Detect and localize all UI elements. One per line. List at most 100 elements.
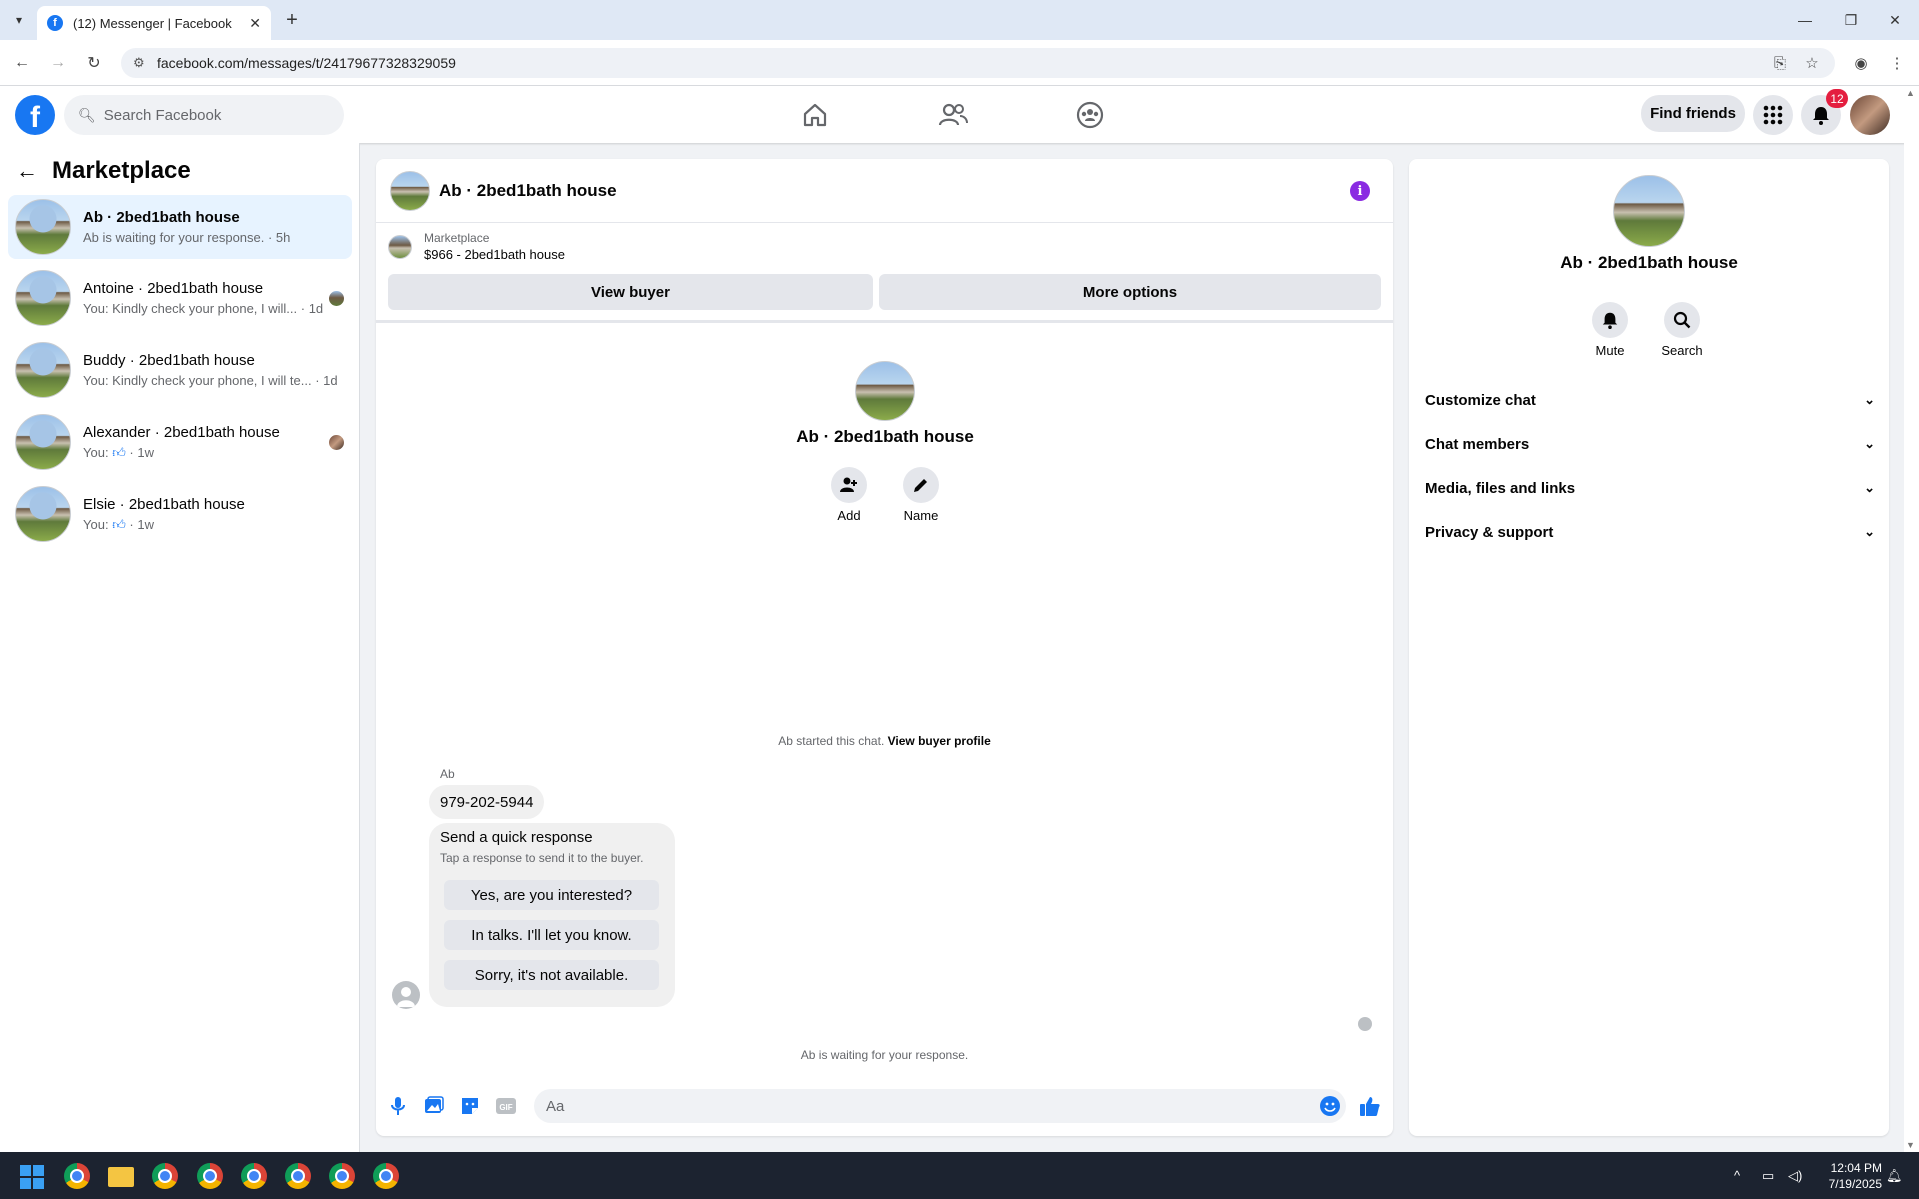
section-label: Media, files and links: [1425, 479, 1576, 497]
find-friends-button[interactable]: Find friends: [1641, 95, 1745, 132]
preview-suffix: · 1w: [129, 444, 154, 460]
search-placeholder: Search Facebook: [103, 106, 222, 124]
account-avatar[interactable]: [1850, 95, 1890, 135]
facebook-logo-icon[interactable]: f: [15, 95, 55, 135]
chat-info-avatar: [1613, 175, 1685, 247]
site-info-icon[interactable]: ⚙: [133, 55, 145, 71]
facebook-search-input[interactable]: 🔍︎ Search Facebook: [64, 95, 344, 135]
info-icon[interactable]: i: [1350, 181, 1370, 201]
chat-item-alexander[interactable]: Alexander · 2bed1bath house You: 👍︎ · 1w: [8, 410, 352, 474]
chat-name: Buddy · 2bed1bath house: [83, 352, 255, 369]
conversation-profile-name: Ab · 2bed1bath house: [796, 427, 974, 446]
back-button[interactable]: ←: [10, 51, 34, 75]
facebook-favicon-icon: f: [47, 15, 63, 31]
browser-tab[interactable]: f (12) Messenger | Facebook ✕: [37, 6, 271, 40]
search-label: Search: [1661, 343, 1703, 358]
chat-name: Alexander · 2bed1bath house: [83, 423, 280, 441]
chrome-taskbar-icon-active[interactable]: [373, 1163, 399, 1189]
conversation-header: Ab · 2bed1bath house: [376, 159, 1393, 223]
bookmark-star-icon[interactable]: ☆: [1800, 51, 1824, 75]
section-label: Customize chat: [1425, 391, 1536, 409]
profile-icon[interactable]: ◉: [1849, 51, 1873, 75]
message-input[interactable]: Aa: [534, 1089, 1346, 1123]
restore-window-button[interactable]: ❐: [1836, 8, 1866, 32]
mute-bell-icon[interactable]: [1592, 302, 1628, 338]
page-scrollbar[interactable]: [1904, 86, 1919, 1152]
listing-summary[interactable]: Marketplace $966 - 2bed1bath house: [388, 231, 565, 262]
quick-response-not-available-button[interactable]: Sorry, it's not available.: [444, 960, 659, 990]
search-conversation-icon[interactable]: [1664, 302, 1700, 338]
tab-search-icon[interactable]: ▾: [8, 9, 30, 31]
minimize-window-button[interactable]: —: [1790, 8, 1820, 32]
microphone-icon[interactable]: [386, 1094, 410, 1118]
install-app-icon[interactable]: ⎘: [1768, 51, 1792, 75]
reload-button[interactable]: ↻: [82, 51, 106, 75]
quick-response-in-talks-button[interactable]: In talks. I'll let you know.: [444, 920, 659, 950]
chat-item-buddy[interactable]: Buddy · 2bed1bath house You: Kindly chec…: [8, 338, 352, 402]
svg-text:GIF: GIF: [499, 1103, 512, 1112]
chrome-taskbar-icon[interactable]: [241, 1163, 267, 1189]
chrome-taskbar-icon[interactable]: [64, 1163, 90, 1189]
like-thumb-icon[interactable]: [1358, 1094, 1382, 1118]
like-thumb-icon: 👍︎: [112, 444, 126, 460]
waiting-notice: Ab is waiting for your response.: [800, 1048, 969, 1062]
conversation-title[interactable]: Ab · 2bed1bath house: [439, 181, 617, 201]
taskbar-clock[interactable]: 12:04 PM 7/19/2025: [1812, 1160, 1882, 1192]
chat-item-antoine[interactable]: Antoine · 2bed1bath house You: Kindly ch…: [8, 266, 352, 330]
chat-name: Elsie · 2bed1bath house: [83, 495, 245, 513]
chat-preview: You: 👍︎ · 1w: [83, 517, 352, 533]
chevron-down-icon: ⌄: [1864, 436, 1875, 451]
add-person-button[interactable]: [831, 467, 867, 503]
chat-name: Antoine · 2bed1bath house: [83, 280, 264, 297]
chrome-taskbar-icon[interactable]: [285, 1163, 311, 1189]
address-bar[interactable]: ⚙ facebook.com/messages/t/24179677328329…: [121, 48, 1835, 78]
groups-icon[interactable]: [1070, 97, 1110, 133]
photo-icon[interactable]: [422, 1094, 446, 1118]
customize-chat-section[interactable]: Customize chat ⌄: [1425, 382, 1875, 418]
chrome-taskbar-icon[interactable]: [152, 1163, 178, 1189]
network-icon[interactable]: ▭: [1762, 1168, 1774, 1184]
scroll-down-arrow-icon[interactable]: ▼: [1906, 1140, 1915, 1150]
message-bubble[interactable]: 979-202-5944: [429, 785, 545, 819]
back-arrow-icon[interactable]: ←: [16, 158, 38, 184]
more-options-button[interactable]: More options: [879, 274, 1381, 310]
friends-icon[interactable]: [933, 97, 973, 133]
close-tab-icon[interactable]: ✕: [249, 15, 261, 32]
show-hidden-icons-chevron-icon[interactable]: ^: [1734, 1168, 1740, 1183]
menu-grid-icon[interactable]: [1753, 95, 1793, 135]
chat-item-ab[interactable]: Ab · 2bed1bath house Ab is waiting for y…: [8, 195, 352, 259]
chat-members-section[interactable]: Chat members ⌄: [1425, 426, 1875, 462]
volume-icon[interactable]: ◁): [1788, 1168, 1802, 1184]
gif-icon[interactable]: GIF: [494, 1094, 518, 1118]
view-buyer-profile-link[interactable]: View buyer profile: [888, 734, 991, 748]
chat-name: Ab · 2bed1bath house: [83, 209, 240, 226]
home-icon[interactable]: [795, 97, 835, 133]
forward-button[interactable]: →: [46, 51, 70, 75]
conversation-avatar[interactable]: [390, 170, 430, 211]
conversation-profile-avatar: [855, 361, 915, 421]
file-explorer-icon[interactable]: [108, 1167, 134, 1187]
mute-label: Mute: [1595, 343, 1625, 358]
scroll-up-arrow-icon[interactable]: ▲: [1906, 88, 1915, 98]
chat-thumbnail: [15, 486, 71, 542]
chrome-taskbar-icon[interactable]: [197, 1163, 223, 1189]
sticker-icon[interactable]: [458, 1094, 482, 1118]
close-window-button[interactable]: ✕: [1880, 8, 1910, 32]
browser-menu-icon[interactable]: ⋮: [1885, 51, 1909, 75]
quick-response-title: Send a quick response: [440, 829, 593, 846]
chat-info-name: Ab · 2bed1bath house: [1560, 253, 1738, 272]
media-files-links-section[interactable]: Media, files and links ⌄: [1425, 470, 1875, 506]
new-tab-button[interactable]: +: [280, 8, 304, 32]
search-icon: 🔍︎: [78, 106, 96, 123]
privacy-support-section[interactable]: Privacy & support ⌄: [1425, 514, 1875, 550]
quick-response-yes-button[interactable]: Yes, are you interested?: [444, 880, 659, 910]
emoji-icon[interactable]: [1320, 1096, 1340, 1116]
chrome-taskbar-icon[interactable]: [329, 1163, 355, 1189]
chat-item-elsie[interactable]: Elsie · 2bed1bath house You: 👍︎ · 1w: [8, 482, 352, 546]
notification-center-icon[interactable]: 🔔︎: [1886, 1168, 1903, 1184]
view-buyer-button[interactable]: View buyer: [388, 274, 873, 310]
windows-start-icon[interactable]: [20, 1165, 44, 1189]
edit-name-button[interactable]: [903, 467, 939, 503]
chevron-down-icon: ⌄: [1864, 392, 1875, 407]
sender-avatar[interactable]: [392, 981, 420, 1009]
